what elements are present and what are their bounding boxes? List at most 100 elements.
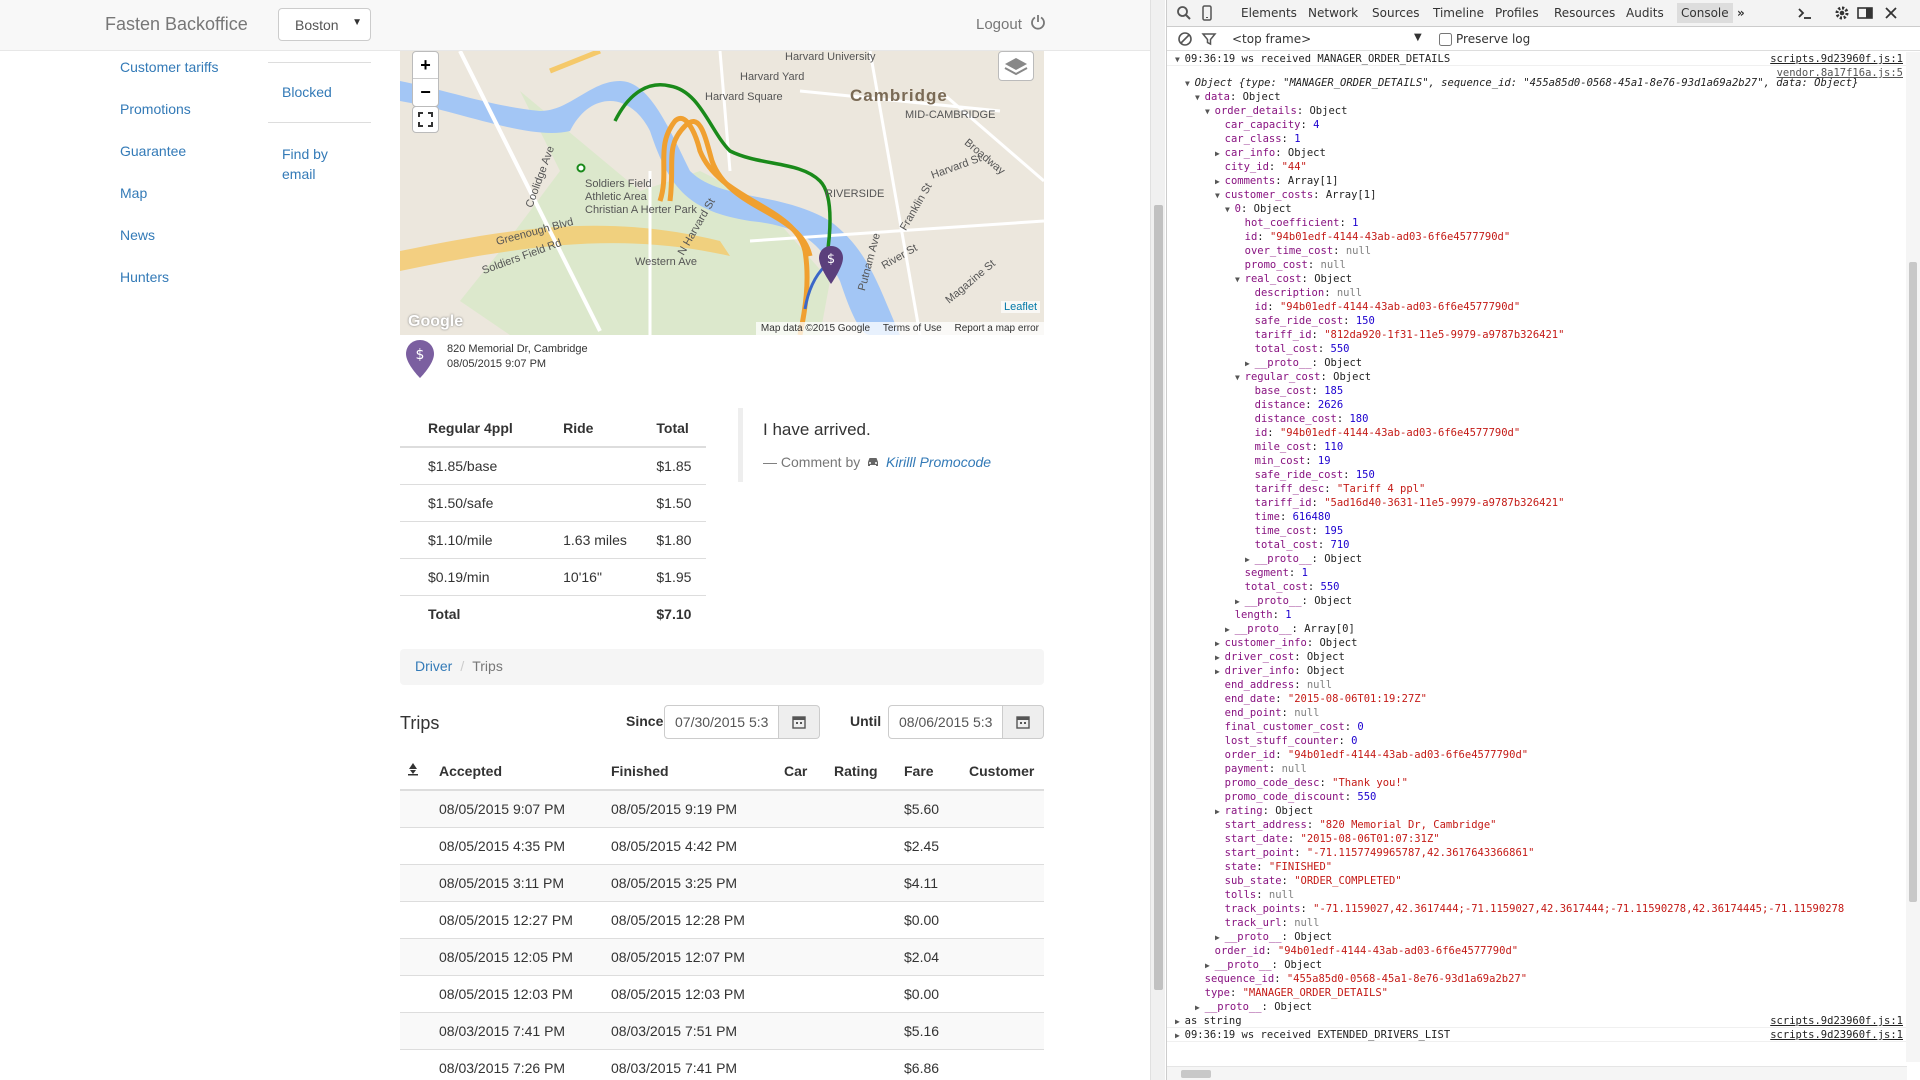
console-tree-row[interactable]: ▼ customer_costs: Array[1] xyxy=(1167,188,1907,202)
console-tree-row[interactable]: ▶ customer_info: Object xyxy=(1167,636,1907,650)
collapsed-triangle-icon[interactable]: ▶ xyxy=(1245,555,1255,564)
console-tree-row[interactable]: ▼ 0: Object xyxy=(1167,202,1907,216)
expanded-triangle-icon[interactable]: ▼ xyxy=(1175,55,1185,64)
collapsed-triangle-icon[interactable]: ▶ xyxy=(1215,933,1225,942)
console-tree-row[interactable]: ▶ __proto__: Object xyxy=(1167,356,1907,370)
trips-header-customer[interactable]: Customer xyxy=(969,752,1044,791)
report-map-error-link[interactable]: Report a map error xyxy=(955,323,1039,334)
leaflet-link[interactable]: Leaflet xyxy=(1000,301,1040,313)
console-tree-row[interactable]: ▶ __proto__: Array[0] xyxy=(1167,622,1907,636)
collapsed-triangle-icon[interactable]: ▶ xyxy=(1225,625,1235,634)
until-calendar-button[interactable] xyxy=(1003,705,1044,739)
collapsed-triangle-icon[interactable]: ▶ xyxy=(1215,653,1225,662)
until-date-input[interactable] xyxy=(888,705,1003,739)
trips-header-rating[interactable]: Rating xyxy=(834,752,904,791)
collapsed-triangle-icon[interactable]: ▶ xyxy=(1175,1017,1185,1026)
console-scrollbar-thumb[interactable] xyxy=(1909,262,1917,902)
trip-row[interactable]: 08/05/2015 12:27 PM 08/05/2015 12:28 PM $0… xyxy=(400,901,1044,939)
console-tree-row[interactable]: ▶ comments: Array[1] xyxy=(1167,174,1907,188)
subnav-item-find-by-email[interactable]: Find by email xyxy=(282,144,362,184)
collapsed-triangle-icon[interactable]: ▶ xyxy=(1175,1031,1185,1040)
tab-timeline[interactable]: Timeline xyxy=(1433,6,1484,20)
tab-resources[interactable]: Resources xyxy=(1554,6,1615,20)
console-tree-row[interactable]: ▶ __proto__: Object xyxy=(1167,1000,1907,1014)
collapsed-triangle-icon[interactable]: ▶ xyxy=(1195,1003,1205,1012)
console-tree-row[interactable]: ▶ __proto__: Object xyxy=(1167,930,1907,944)
sidebar-item-customer-tariffs[interactable]: Customer tariffs xyxy=(120,59,219,75)
sort-column[interactable] xyxy=(400,752,439,791)
breadcrumb-driver-link[interactable]: Driver xyxy=(415,658,452,674)
zoom-in-button[interactable]: + xyxy=(413,52,438,79)
expanded-triangle-icon[interactable]: ▼ xyxy=(1235,373,1245,382)
tab-sources[interactable]: Sources xyxy=(1372,6,1419,20)
subnav-item-blocked[interactable]: Blocked xyxy=(282,84,332,100)
clear-console-icon[interactable] xyxy=(1177,31,1193,47)
power-icon[interactable] xyxy=(1030,14,1046,30)
console-message[interactable]: ▼ 09:36:19 ws received MANAGER_ORDER_DET… xyxy=(1167,52,1907,66)
zoom-out-button[interactable]: − xyxy=(413,79,438,106)
console-tree-row[interactable]: ▼ regular_cost: Object xyxy=(1167,370,1907,384)
trip-map[interactable]: Harvard University Harvard Yard Harvard … xyxy=(400,51,1044,335)
console-tree-row[interactable]: ▼ real_cost: Object xyxy=(1167,272,1907,286)
console-tree-row[interactable]: ▼ Object {type: "MANAGER_ORDER_DETAILS",… xyxy=(1167,76,1907,90)
trips-header-finished[interactable]: Finished xyxy=(611,752,784,791)
layers-button[interactable] xyxy=(998,51,1034,81)
sidebar-item-news[interactable]: News xyxy=(120,227,155,243)
expanded-triangle-icon[interactable]: ▼ xyxy=(1185,79,1195,88)
dock-side-icon[interactable] xyxy=(1857,5,1873,21)
preserve-log-checkbox[interactable]: Preserve log xyxy=(1439,32,1530,46)
collapsed-triangle-icon[interactable]: ▶ xyxy=(1215,807,1225,816)
console-tree-row[interactable]: ▼ order_details: Object xyxy=(1167,104,1907,118)
chevron-down-icon[interactable]: ▼ xyxy=(1414,32,1422,43)
console-message[interactable]: ▶ as string scripts.9d23960f.js:1 xyxy=(1167,1014,1907,1028)
trips-header-accepted[interactable]: Accepted xyxy=(439,752,611,791)
collapsed-triangle-icon[interactable]: ▶ xyxy=(1215,177,1225,186)
console-scrollbar[interactable] xyxy=(1906,52,1920,1062)
sidebar-item-hunters[interactable]: Hunters xyxy=(120,269,169,285)
tab-console[interactable]: Console xyxy=(1677,3,1733,23)
page-scrollbar[interactable] xyxy=(1150,0,1165,1080)
collapsed-triangle-icon[interactable]: ▶ xyxy=(1245,359,1255,368)
console-tree-row[interactable]: ▶ __proto__: Object xyxy=(1167,552,1907,566)
console-tree-row[interactable]: ▶ __proto__: Object xyxy=(1167,958,1907,972)
console-tree-row[interactable]: ▼ data: Object xyxy=(1167,90,1907,104)
console-tree-row[interactable]: ▶ driver_info: Object xyxy=(1167,664,1907,678)
expanded-triangle-icon[interactable]: ▼ xyxy=(1205,107,1215,116)
device-mode-icon[interactable] xyxy=(1199,5,1215,21)
trips-header-fare[interactable]: Fare xyxy=(904,752,969,791)
expanded-triangle-icon[interactable]: ▼ xyxy=(1195,93,1205,102)
tab-elements[interactable]: Elements xyxy=(1241,6,1297,20)
terms-of-use-link[interactable]: Terms of Use xyxy=(883,323,942,334)
tab-audits[interactable]: Audits xyxy=(1626,6,1664,20)
trip-row[interactable]: 08/05/2015 12:03 PM 08/05/2015 12:03 PM $0… xyxy=(400,975,1044,1013)
sidebar-item-map[interactable]: Map xyxy=(120,185,147,201)
console-drawer-icon[interactable] xyxy=(1797,5,1813,21)
console-message[interactable]: ▶ 09:36:19 ws received EXTENDED_DRIVERS_… xyxy=(1167,1028,1907,1042)
city-select[interactable]: Boston ▼ xyxy=(278,8,371,41)
frame-selector[interactable]: <top frame> xyxy=(1232,32,1311,46)
collapsed-triangle-icon[interactable]: ▶ xyxy=(1215,667,1225,676)
since-date-input[interactable] xyxy=(664,705,779,739)
console-tree-row[interactable]: ▶ car_info: Object xyxy=(1167,146,1907,160)
console-source-link[interactable]: scripts.9d23960f.js:1 xyxy=(1770,1014,1903,1028)
comment-author-link[interactable]: Kirilll Promocode xyxy=(886,454,991,470)
trip-row[interactable]: 08/05/2015 12:05 PM 08/05/2015 12:07 PM $2… xyxy=(400,938,1044,976)
console-hscrollbar[interactable] xyxy=(1167,1066,1907,1080)
collapsed-triangle-icon[interactable]: ▶ xyxy=(1205,961,1215,970)
trip-row[interactable]: 08/05/2015 4:35 PM 08/05/2015 4:42 PM $2.4… xyxy=(400,827,1044,865)
console-tree-row[interactable]: ▶ rating: Object xyxy=(1167,804,1907,818)
collapsed-triangle-icon[interactable]: ▶ xyxy=(1235,597,1245,606)
tab-network[interactable]: Network xyxy=(1308,6,1358,20)
sidebar-item-promotions[interactable]: Promotions xyxy=(120,101,191,117)
console-output[interactable]: ▼ 09:36:19 ws received MANAGER_ORDER_DET… xyxy=(1167,52,1907,1062)
brand-title[interactable]: Fasten Backoffice xyxy=(105,14,248,35)
logout-link[interactable]: Logout xyxy=(976,16,1022,33)
preserve-log-input[interactable] xyxy=(1439,33,1452,46)
tab-profiles[interactable]: Profiles xyxy=(1495,6,1539,20)
trip-row[interactable]: 08/03/2015 7:26 PM 08/03/2015 7:41 PM $6.8… xyxy=(400,1049,1044,1080)
trip-row[interactable]: 08/03/2015 7:41 PM 08/03/2015 7:51 PM $5.1… xyxy=(400,1012,1044,1050)
expanded-triangle-icon[interactable]: ▼ xyxy=(1215,191,1225,200)
gear-icon[interactable] xyxy=(1834,5,1850,21)
more-tabs-icon[interactable]: » xyxy=(1737,6,1745,20)
inspect-search-icon[interactable] xyxy=(1176,5,1192,21)
